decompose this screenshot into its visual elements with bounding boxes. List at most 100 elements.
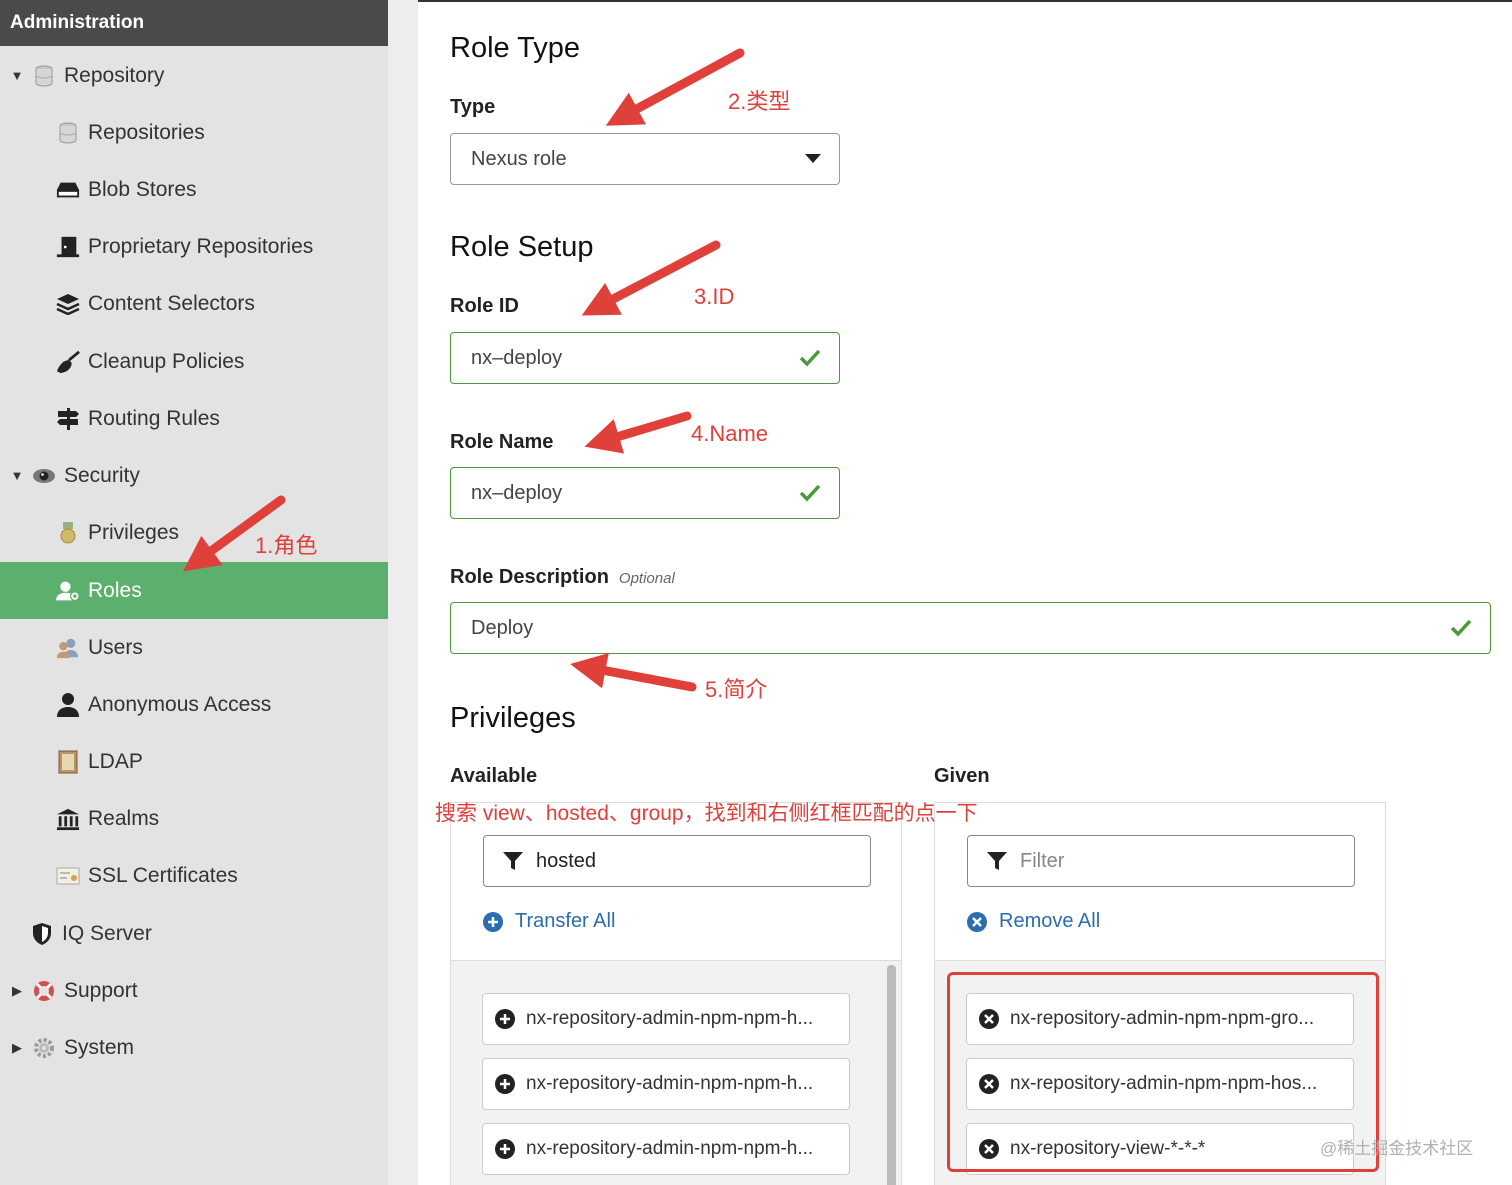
annotation-role-name: 4.Name bbox=[691, 421, 769, 446]
check-icon bbox=[799, 349, 821, 367]
filter-icon bbox=[986, 850, 1008, 872]
sidebar-item-routing-rules[interactable]: Routing Rules bbox=[0, 390, 388, 447]
available-panel: hosted Transfer All nx-repository-admin-… bbox=[450, 802, 902, 1185]
transfer-all-label: Transfer All bbox=[515, 910, 616, 932]
given-filter-input[interactable]: Filter bbox=[967, 835, 1355, 887]
certificate-icon bbox=[56, 864, 80, 888]
sidebar-item-repositories[interactable]: Repositories bbox=[0, 104, 388, 161]
sidebar-item-anonymous-access[interactable]: Anonymous Access bbox=[0, 676, 388, 733]
sidebar-item-label: Content Selectors bbox=[88, 291, 255, 315]
role-name-value: nx–deploy bbox=[471, 481, 563, 504]
privileges-title: Privileges bbox=[450, 702, 576, 734]
sidebar-item-blob-stores[interactable]: Blob Stores bbox=[0, 161, 388, 218]
role-description-label: Role Description Optional bbox=[450, 566, 675, 589]
available-scrollbar[interactable] bbox=[887, 965, 896, 1185]
sidebar-item-label: IQ Server bbox=[62, 921, 152, 945]
role-setup-title: Role Setup bbox=[450, 231, 594, 263]
list-item-label: nx-repository-admin-npm-npm-h... bbox=[526, 1073, 814, 1094]
medal-icon bbox=[56, 521, 80, 545]
signpost-icon bbox=[56, 407, 80, 431]
sidebar-item-ssl-certificates[interactable]: SSL Certificates bbox=[0, 847, 388, 904]
sidebar-item-content-selectors[interactable]: Content Selectors bbox=[0, 275, 388, 332]
role-id-input[interactable]: nx–deploy bbox=[450, 332, 840, 384]
sidebar-item-security[interactable]: ▼ Security bbox=[0, 447, 388, 504]
type-select-value: Nexus role bbox=[471, 147, 567, 170]
user-icon bbox=[56, 692, 80, 717]
check-icon bbox=[1450, 619, 1472, 637]
plus-circle-icon[interactable] bbox=[495, 1139, 515, 1159]
role-description-label-text: Role Description bbox=[450, 566, 609, 588]
sidebar-item-proprietary-repositories[interactable]: Proprietary Repositories bbox=[0, 218, 388, 275]
sidebar-item-ldap[interactable]: LDAP bbox=[0, 733, 388, 790]
chevron-right-icon[interactable]: ▶ bbox=[10, 983, 24, 999]
gear-icon bbox=[32, 1036, 56, 1060]
role-name-label: Role Name bbox=[450, 431, 554, 453]
available-list: nx-repository-admin-npm-npm-h... nx-repo… bbox=[451, 960, 901, 1185]
sidebar-item-repository[interactable]: ▼ Repository bbox=[0, 47, 388, 104]
sidebar-item-roles[interactable]: Roles bbox=[0, 562, 388, 619]
annotation-search-hint: 搜索 view、hosted、group，找到和右侧红框匹配的点一下 bbox=[435, 802, 978, 825]
sidebar-item-users[interactable]: Users bbox=[0, 619, 388, 676]
type-select[interactable]: Nexus role bbox=[450, 133, 840, 185]
annotation-roles: 1.角色 bbox=[255, 533, 318, 558]
given-filter-placeholder: Filter bbox=[1020, 849, 1065, 872]
remove-all-button[interactable]: Remove All bbox=[967, 910, 1100, 933]
shield-icon bbox=[30, 922, 54, 946]
sidebar-item-label: Security bbox=[64, 463, 140, 487]
role-description-value: Deploy bbox=[471, 616, 534, 639]
annotation-role-id: 3.ID bbox=[694, 284, 735, 309]
sidebar-item-label: Privileges bbox=[88, 520, 180, 544]
role-id-value: nx–deploy bbox=[471, 346, 563, 369]
list-item-label: nx-repository-admin-npm-npm-h... bbox=[526, 1008, 814, 1029]
sidebar: Administration ▼ Repository Repositories… bbox=[0, 0, 388, 1185]
sidebar-item-support[interactable]: ▶ Support bbox=[0, 962, 388, 1019]
plus-circle-icon[interactable] bbox=[495, 1074, 515, 1094]
sidebar-item-label: Repositories bbox=[88, 120, 205, 144]
list-item[interactable]: nx-repository-admin-npm-npm-h... bbox=[482, 1123, 850, 1175]
chevron-down-icon[interactable]: ▼ bbox=[10, 468, 24, 483]
available-filter-input[interactable]: hosted bbox=[483, 835, 871, 887]
list-item[interactable]: nx-repository-admin-npm-npm-h... bbox=[482, 993, 850, 1045]
sidebar-item-label: System bbox=[64, 1035, 135, 1059]
sidebar-item-label: Routing Rules bbox=[88, 406, 220, 430]
x-circle-icon bbox=[967, 911, 987, 932]
watermark: @稀土掘金技术社区 bbox=[1320, 1139, 1474, 1158]
sidebar-item-label: Support bbox=[64, 978, 138, 1002]
sidebar-item-label: Repository bbox=[64, 63, 165, 87]
sidebar-item-realms[interactable]: Realms bbox=[0, 790, 388, 847]
caret-down-icon[interactable] bbox=[805, 154, 821, 164]
sidebar-item-label: Proprietary Repositories bbox=[88, 234, 314, 258]
role-type-title: Role Type bbox=[450, 32, 581, 64]
sidebar-item-label: SSL Certificates bbox=[88, 863, 238, 887]
sidebar-item-label: Users bbox=[88, 635, 143, 659]
gutter bbox=[388, 0, 418, 1185]
type-label: Type bbox=[450, 96, 496, 118]
sidebar-item-label: Roles bbox=[88, 578, 142, 602]
transfer-all-button[interactable]: Transfer All bbox=[483, 910, 615, 933]
plus-circle-icon bbox=[483, 911, 503, 932]
role-description-input[interactable]: Deploy bbox=[450, 602, 1491, 654]
sidebar-item-label: Blob Stores bbox=[88, 177, 197, 201]
sidebar-item-iq-server[interactable]: IQ Server bbox=[0, 905, 388, 962]
highlight-box bbox=[947, 972, 1379, 1172]
chevron-right-icon[interactable]: ▶ bbox=[10, 1040, 24, 1056]
role-id-label: Role ID bbox=[450, 295, 519, 317]
sidebar-item-privileges[interactable]: Privileges bbox=[0, 504, 388, 561]
role-name-input[interactable]: nx–deploy bbox=[450, 467, 840, 519]
plus-circle-icon[interactable] bbox=[495, 1009, 515, 1029]
chevron-down-icon[interactable]: ▼ bbox=[10, 68, 24, 83]
annotation-description: 5.简介 bbox=[705, 677, 768, 702]
sidebar-item-system[interactable]: ▶ System bbox=[0, 1019, 388, 1076]
remove-all-label: Remove All bbox=[999, 910, 1101, 932]
user-role-icon bbox=[56, 579, 80, 603]
sidebar-header: Administration bbox=[0, 0, 388, 46]
door-icon bbox=[56, 235, 80, 259]
sidebar-item-label: Anonymous Access bbox=[88, 692, 272, 716]
given-label: Given bbox=[934, 765, 990, 787]
sidebar-item-label: LDAP bbox=[88, 749, 143, 773]
hard-drive-icon bbox=[56, 178, 80, 202]
sidebar-item-label: Realms bbox=[88, 806, 160, 830]
list-item[interactable]: nx-repository-admin-npm-npm-h... bbox=[482, 1058, 850, 1110]
annotation-type: 2.类型 bbox=[728, 89, 791, 114]
sidebar-item-cleanup-policies[interactable]: Cleanup Policies bbox=[0, 333, 388, 390]
